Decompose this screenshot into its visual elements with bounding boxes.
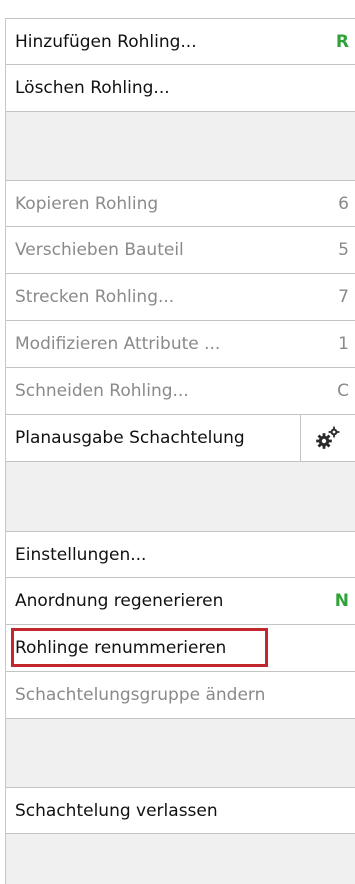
menu-item-label: Rohlinge renummerieren [15, 638, 227, 658]
shortcut-key: C [337, 381, 349, 401]
menu-item-strecken-rohling: Strecken Rohling... 7 [6, 274, 355, 321]
menu-item-label: Verschieben Bauteil [15, 240, 184, 260]
gears-icon [316, 426, 340, 449]
menu-item-planausgabe-schachtelung: Planausgabe Schachtelung [6, 415, 355, 462]
menu-item-label: Modifizieren Attribute ... [15, 334, 221, 354]
menu-item-modifizieren-attribute: Modifizieren Attribute ... 1 [6, 321, 355, 368]
context-menu-panel: Hinzufügen Rohling... R Löschen Rohling.… [5, 18, 355, 884]
menu-item-schneiden-rohling: Schneiden Rohling... C [6, 368, 355, 415]
shortcut-key: 6 [338, 193, 349, 214]
menu-item-label: Schachtelung verlassen [15, 800, 218, 821]
menu-item-loeschen-rohling[interactable]: Löschen Rohling... [6, 65, 355, 112]
menu-item-label: Löschen Rohling... [15, 78, 170, 98]
menu-item-label: Einstellungen... [15, 544, 147, 565]
menu-separator-gap [6, 462, 355, 531]
shortcut-key: N [334, 591, 349, 611]
shortcut-key: 5 [338, 240, 349, 260]
menu-item-label: Anordnung regenerieren [15, 591, 224, 611]
menu-item-schachtelungsgruppe-aendern: Schachtelungsgruppe ändern [6, 672, 355, 719]
menu-item-hinzufuegen-rohling[interactable]: Hinzufügen Rohling... R [6, 18, 355, 65]
planausgabe-button[interactable]: Planausgabe Schachtelung [6, 415, 301, 462]
shortcut-key: R [335, 31, 349, 52]
menu-item-label: Hinzufügen Rohling... [15, 31, 197, 52]
menu-item-verschieben-bauteil: Verschieben Bauteil 5 [6, 227, 355, 274]
menu-item-label: Strecken Rohling... [15, 287, 175, 307]
menu-separator-gap [6, 112, 355, 180]
planausgabe-settings-button[interactable] [301, 415, 355, 462]
menu-item-anordnung-regenerieren[interactable]: Anordnung regenerieren N [6, 578, 355, 625]
menu-item-label: Planausgabe Schachtelung [15, 428, 245, 448]
menu-item-rohlinge-renummerieren[interactable]: Rohlinge renummerieren [6, 625, 355, 672]
menu-item-einstellungen[interactable]: Einstellungen... [6, 531, 355, 578]
shortcut-key: 7 [338, 287, 349, 307]
menu-item-label: Schachtelungsgruppe ändern [15, 685, 266, 705]
menu-separator-gap [6, 719, 355, 787]
menu-item-label: Schneiden Rohling... [15, 381, 189, 401]
shortcut-key: 1 [338, 334, 349, 354]
menu-item-kopieren-rohling: Kopieren Rohling 6 [6, 180, 355, 227]
menu-item-schachtelung-verlassen[interactable]: Schachtelung verlassen [6, 787, 355, 834]
menu-item-label: Kopieren Rohling [15, 193, 159, 214]
